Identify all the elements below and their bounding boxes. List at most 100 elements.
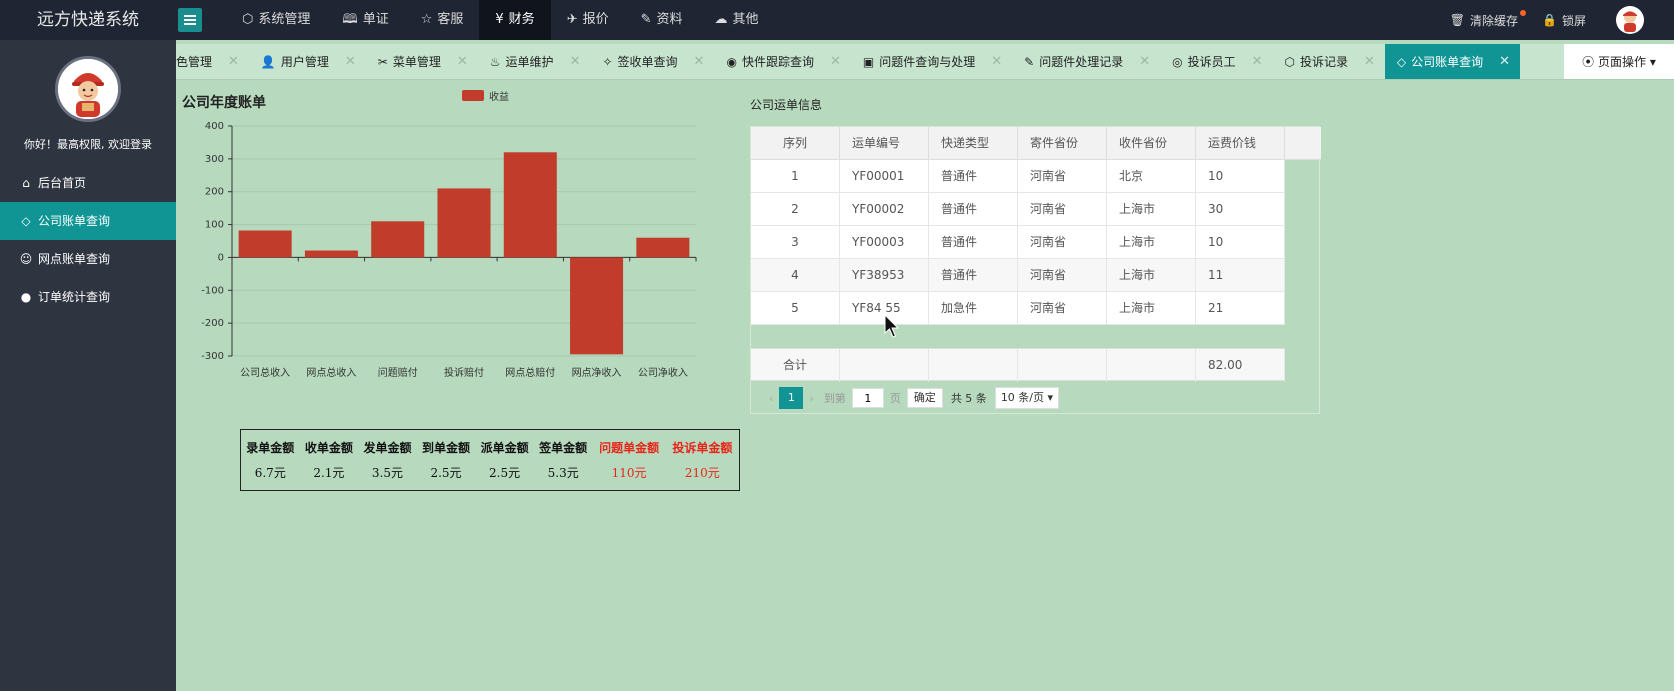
topnav-finance[interactable]: ¥ 财务 [479, 0, 551, 40]
page-size-select[interactable]: 10 条/页 ▾ [994, 387, 1060, 409]
close-icon[interactable]: ✕ [345, 44, 356, 79]
column-header[interactable]: 序列 [751, 127, 840, 160]
circle-badge-icon: ◎ [1172, 55, 1183, 69]
smile-icon: ☺ [19, 252, 33, 266]
close-icon[interactable]: ✕ [570, 44, 581, 79]
topnav-other[interactable]: ☁ 其他 [699, 0, 775, 40]
table-cell [1018, 349, 1107, 382]
close-icon[interactable]: ✕ [694, 44, 705, 79]
goto-label: 到第 [823, 392, 846, 405]
menu-toggle-button[interactable] [178, 8, 202, 32]
sidebar-item-branch-bill[interactable]: ☺ 网点账单查询 [0, 240, 176, 278]
summary-value: 110元 [611, 465, 647, 480]
table-cell: 河南省 [1018, 160, 1107, 193]
table-row[interactable]: 3 YF00003 普通件 河南省 上海市 10 [751, 226, 1285, 259]
sidebar-item-home[interactable]: ⌂ 后台首页 [0, 164, 176, 202]
user-icon: 👤 [260, 55, 276, 69]
app-title: 远方快递系统 [37, 10, 139, 30]
x-tick-label: 网点总赔付 [505, 366, 555, 379]
table-cell: 上海市 [1107, 292, 1196, 325]
table-cell [1107, 349, 1196, 382]
grid-title: 公司运单信息 [750, 98, 823, 112]
summary-value: 5.3元 [547, 465, 579, 480]
top-nav: ⬡ 系统管理 🕮 单证 ☆ 客服 ¥ 财务 ✈ 报价 ✎ 资料 ☁ 其他 [226, 0, 775, 40]
tab-problem-records[interactable]: ✎ 问题件处理记录 ✕ [1012, 44, 1160, 79]
total-label: 合计 [751, 349, 840, 382]
tab-menu-management[interactable]: ✂ 菜单管理 ✕ [366, 44, 478, 79]
tab-complaint-staff[interactable]: ◎ 投诉员工 ✕ [1160, 44, 1272, 79]
user-avatar[interactable] [1616, 6, 1644, 34]
column-header[interactable]: 寄件省份 [1018, 127, 1107, 160]
close-icon[interactable]: ✕ [1364, 44, 1375, 79]
close-icon[interactable]: ✕ [1499, 44, 1510, 79]
tab-company-bill[interactable]: ◇ 公司账单查询 ✕ [1384, 44, 1521, 79]
table-row[interactable]: 2 YF00002 普通件 河南省 上海市 30 [751, 193, 1285, 226]
topnav-service[interactable]: ☆ 客服 [405, 0, 480, 40]
chart-legend[interactable]: 收益 [462, 88, 509, 103]
table-row[interactable]: 1 YF00001 普通件 河南省 北京 10 [751, 160, 1285, 193]
table-cell: 4 [751, 259, 840, 292]
prev-page-icon[interactable]: ‹ [769, 392, 773, 405]
close-icon[interactable]: ✕ [830, 44, 841, 79]
next-page-icon[interactable]: › [809, 392, 813, 405]
table-cell: 河南省 [1018, 292, 1107, 325]
page-label: 页 [889, 392, 901, 405]
table-cell: 加急件 [929, 292, 1018, 325]
lock-screen-button[interactable]: 🔒 锁屏 [1542, 12, 1586, 29]
tab-tracking-query[interactable]: ◉ 快件跟踪查询 ✕ [714, 44, 850, 79]
tab-role-management[interactable]: 色管理 ✕ [176, 44, 249, 79]
table-cell: YF38953 [840, 259, 929, 292]
top-bar: 远方快递系统 ⬡ 系统管理 🕮 单证 ☆ 客服 ¥ 财务 ✈ 报价 ✎ 资料 ☁ 其他 🗑 清除… [0, 0, 1674, 40]
x-tick-label: 网点总收入 [306, 366, 356, 379]
square-icon: ▣ [862, 55, 875, 69]
table-cell: 普通件 [929, 193, 1018, 226]
page-number-input[interactable] [851, 388, 884, 408]
cube-icon: ⬡ [242, 12, 254, 27]
close-icon[interactable]: ✕ [1139, 44, 1150, 79]
column-header[interactable]: 收件省份 [1107, 127, 1196, 160]
tools-icon: ✂ [377, 55, 388, 69]
table-cell: 2 [751, 193, 840, 226]
sidebar-item-company-bill[interactable]: ◇ 公司账单查询 [0, 202, 176, 240]
legend-swatch [462, 90, 484, 101]
tab-problem-query[interactable]: ▣ 问题件查询与处理 ✕ [851, 44, 1012, 79]
sidebar-item-order-stats[interactable]: ● 订单统计查询 [0, 278, 176, 316]
tab-bar: 色管理 ✕ 👤 用户管理 ✕ ✂ 菜单管理 ✕ ♨ 运单维护 ✕ ✧ 签收单查询 ✕ ◉ 快件跟踪查… [176, 44, 1674, 80]
topnav-documents[interactable]: 🕮 单证 [326, 0, 404, 40]
summary-header: 到单金额 [422, 440, 471, 455]
tab-user-management[interactable]: 👤 用户管理 ✕ [249, 44, 366, 79]
mouse-cursor-icon [884, 314, 900, 338]
table-cell: 30 [1196, 193, 1285, 226]
close-icon[interactable]: ✕ [457, 44, 468, 79]
welcome-text: 你好！最高权限, 欢迎登录 [24, 138, 152, 151]
table-row[interactable]: 5 YF84 55 加急件 河南省 上海市 21 [751, 292, 1285, 325]
topnav-system[interactable]: ⬡ 系统管理 [226, 0, 326, 40]
clear-cache-button[interactable]: 🗑 清除缓存 [1450, 9, 1527, 29]
tab-waybill-maintenance[interactable]: ♨ 运单维护 ✕ [478, 44, 591, 79]
close-icon[interactable]: ✕ [991, 44, 1002, 79]
summary-value: 3.5元 [371, 465, 403, 480]
tab-receipt-query[interactable]: ✧ 签收单查询 ✕ [590, 44, 714, 79]
column-header[interactable]: 运费价钱 [1196, 127, 1285, 160]
table-row[interactable]: 4 YF38953 普通件 河南省 上海市 11 [751, 259, 1285, 292]
page-operations-dropdown[interactable]: ⦿ 页面操作 ▾ [1564, 44, 1674, 79]
topnav-data[interactable]: ✎ 资料 [625, 0, 699, 40]
confirm-button[interactable]: 确定 [906, 388, 943, 408]
table-header: 序列 运单编号 快递类型 寄件省份 收件省份 运费价钱 [751, 127, 1321, 160]
column-header[interactable]: 运单编号 [840, 127, 929, 160]
target-icon: ⦿ [1582, 55, 1598, 69]
tab-list: 色管理 ✕ 👤 用户管理 ✕ ✂ 菜单管理 ✕ ♨ 运单维护 ✕ ✧ 签收单查询 ✕ ◉ 快件跟踪查… [176, 44, 1521, 79]
topnav-quote[interactable]: ✈ 报价 [551, 0, 625, 40]
tab-complaint-records[interactable]: ⬡ 投诉记录 ✕ [1273, 44, 1385, 79]
table-cell: 河南省 [1018, 226, 1107, 259]
table-cell [840, 349, 929, 382]
table-cell: 上海市 [1107, 193, 1196, 226]
github-icon: ◉ [726, 55, 737, 69]
bar [437, 188, 491, 258]
current-page-button[interactable]: 1 [779, 387, 804, 409]
summary-header: 投诉单金额 [672, 440, 733, 455]
cube-icon: ⬡ [1284, 55, 1295, 69]
close-icon[interactable]: ✕ [228, 44, 239, 79]
column-header[interactable]: 快递类型 [929, 127, 1018, 160]
close-icon[interactable]: ✕ [1252, 44, 1263, 79]
